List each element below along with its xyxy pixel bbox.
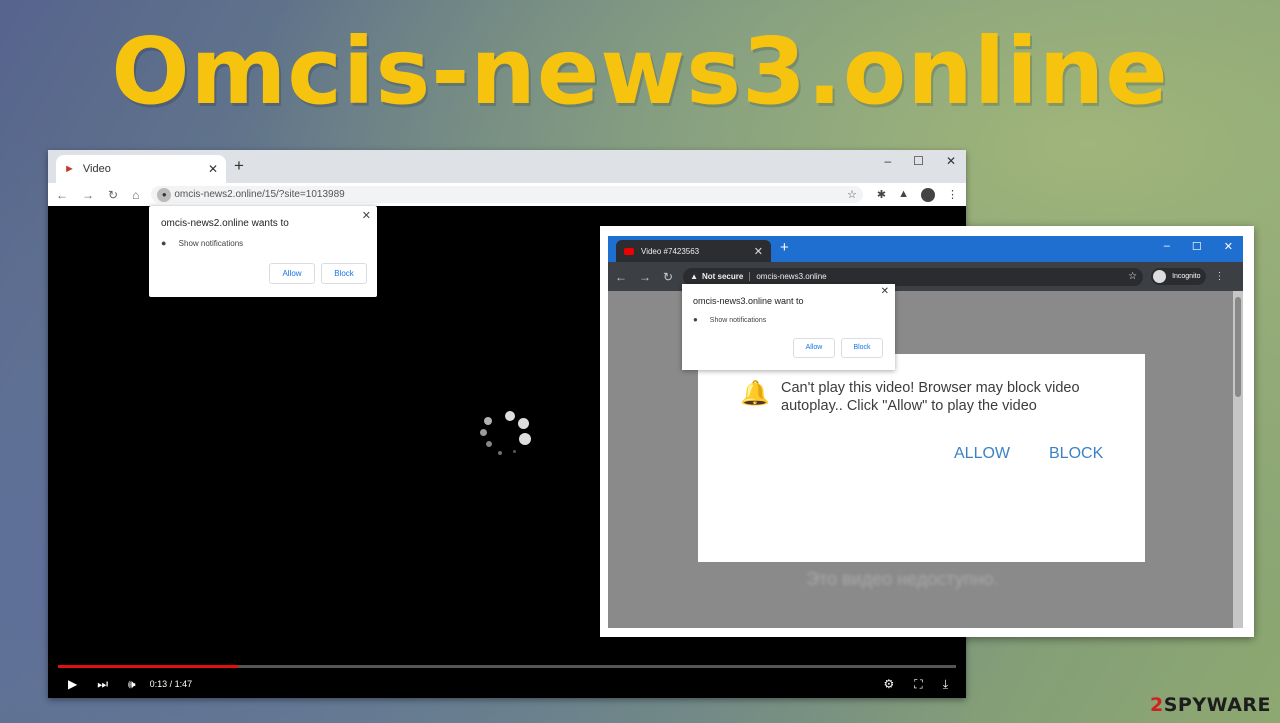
close-icon[interactable]: ✕ bbox=[362, 209, 371, 222]
menu-icon[interactable]: ⋮ bbox=[947, 188, 958, 202]
download-icon[interactable]: ⤓ bbox=[943, 677, 948, 692]
new-tab-button[interactable]: + bbox=[780, 239, 789, 256]
tab-title: Video #7423563 bbox=[641, 246, 700, 256]
block-button[interactable]: Block bbox=[321, 263, 367, 284]
video-progress-bar[interactable] bbox=[58, 665, 956, 668]
address-bar[interactable]: ▲ Not secure omcis-news3.online ☆ bbox=[683, 267, 1144, 286]
video-unavailable-text: Это видео недоступно. bbox=[806, 569, 999, 589]
block-button[interactable]: Block bbox=[841, 338, 883, 358]
maximize-icon[interactable]: ☐ bbox=[1192, 240, 1202, 253]
extensions-icon[interactable]: ✱ bbox=[877, 188, 886, 202]
bell-icon: ● bbox=[693, 315, 698, 324]
youtube-favicon-icon bbox=[624, 247, 634, 255]
time-display: 0:13 / 1:47 bbox=[149, 679, 193, 689]
headline-title: Omcis-news3.online bbox=[111, 18, 1169, 125]
allow-button[interactable]: ALLOW bbox=[954, 445, 1010, 463]
reload-icon[interactable]: ↻ bbox=[663, 270, 673, 284]
progress-fill bbox=[58, 665, 238, 668]
bookmark-star-icon[interactable]: ☆ bbox=[1128, 271, 1137, 282]
player-controls: ▶ ⏭ 🕪 0:13 / 1:47 ⚙ ⛶ ⤓ bbox=[68, 674, 948, 694]
fullscreen-icon[interactable]: ⛶ bbox=[914, 677, 922, 692]
incognito-badge[interactable]: Incognito bbox=[1151, 268, 1207, 285]
url-text: omcis-news3.online bbox=[756, 272, 827, 281]
close-window-icon[interactable]: ✕ bbox=[1224, 240, 1233, 253]
scrollbar[interactable] bbox=[1233, 291, 1243, 628]
new-tab-button[interactable]: + bbox=[234, 156, 244, 176]
minimize-icon[interactable]: – bbox=[884, 154, 891, 168]
tab-title: Video bbox=[82, 163, 111, 175]
tab-video[interactable]: ► Video ✕ bbox=[56, 155, 226, 183]
incognito-label: Incognito bbox=[1172, 273, 1201, 280]
warning-icon[interactable]: ▲ bbox=[690, 272, 698, 281]
forward-icon[interactable]: → bbox=[82, 188, 94, 202]
settings-gear-icon[interactable]: ⚙ bbox=[884, 677, 895, 692]
notification-permission-prompt: omcis-news2.online wants to ✕ ● Show not… bbox=[149, 206, 377, 297]
window-controls: – ☐ ✕ bbox=[1164, 240, 1233, 253]
tab-bar-incognito: Video #7423563 ✕ + – ☐ ✕ bbox=[608, 236, 1243, 262]
tab-video-7423563[interactable]: Video #7423563 ✕ bbox=[616, 240, 771, 262]
bell-icon: ● bbox=[161, 238, 167, 248]
close-tab-icon[interactable]: ✕ bbox=[754, 245, 763, 258]
toolbar: ← → ↻ ⌂ ● omcis-news2.online/15/?site=10… bbox=[48, 183, 966, 206]
url-text: omcis-news2.online/15/?site=1013989 bbox=[174, 189, 345, 200]
allow-button[interactable]: Allow bbox=[269, 263, 315, 284]
back-icon[interactable]: ← bbox=[615, 270, 627, 284]
megaphone-icon: ► bbox=[64, 163, 75, 175]
tab-bar: ► Video ✕ + – ☐ ✕ bbox=[48, 150, 966, 183]
prompt-title: omcis-news2.online wants to bbox=[161, 218, 289, 229]
prompt-title: omcis-news3.online want to bbox=[693, 296, 804, 306]
labs-flask-icon[interactable]: ▲ bbox=[898, 188, 909, 202]
incognito-icon bbox=[1153, 270, 1167, 283]
dialog-message: Can't play this video! Browser may block… bbox=[781, 380, 1080, 414]
maximize-icon[interactable]: ☐ bbox=[913, 154, 924, 168]
next-icon[interactable]: ⏭ bbox=[97, 677, 108, 692]
not-secure-label[interactable]: Not secure bbox=[702, 272, 751, 281]
fake-video-dialog: 🔔 Can't play this video! Browser may blo… bbox=[698, 354, 1145, 562]
minimize-icon[interactable]: – bbox=[1164, 240, 1170, 253]
watermark-logo: 2SPYWARE bbox=[1150, 694, 1272, 716]
play-icon[interactable]: ▶ bbox=[68, 677, 77, 691]
account-avatar[interactable] bbox=[921, 187, 935, 202]
address-bar[interactable]: ● omcis-news2.online/15/?site=1013989 ☆ bbox=[151, 186, 863, 203]
forward-icon[interactable]: → bbox=[639, 270, 651, 284]
bookmark-star-icon[interactable]: ☆ bbox=[847, 188, 857, 201]
close-icon[interactable]: ✕ bbox=[881, 286, 889, 297]
browser-window-2: Video #7423563 ✕ + – ☐ ✕ ← → ↻ ▲ Not sec… bbox=[600, 226, 1254, 637]
prompt-row: ● Show notifications bbox=[161, 238, 243, 248]
prompt-row-label: Show notifications bbox=[178, 239, 244, 248]
volume-icon[interactable]: 🕪 bbox=[128, 677, 136, 692]
home-icon[interactable]: ⌂ bbox=[132, 188, 139, 202]
lock-icon[interactable]: ● bbox=[157, 187, 172, 202]
block-button[interactable]: BLOCK bbox=[1049, 445, 1103, 463]
allow-button[interactable]: Allow bbox=[793, 338, 835, 358]
close-tab-icon[interactable]: ✕ bbox=[208, 162, 218, 176]
bell-icon: 🔔 bbox=[740, 380, 770, 407]
close-window-icon[interactable]: ✕ bbox=[946, 154, 956, 168]
prompt-row: ● Show notifications bbox=[693, 315, 766, 324]
window-controls: – ☐ ✕ bbox=[884, 154, 956, 168]
notification-permission-prompt: omcis-news3.online want to ✕ ● Show noti… bbox=[682, 284, 895, 370]
menu-icon[interactable]: ⋮ bbox=[1214, 271, 1224, 282]
prompt-row-label: Show notifications bbox=[709, 317, 767, 324]
back-icon[interactable]: ← bbox=[56, 188, 68, 202]
reload-icon[interactable]: ↻ bbox=[108, 188, 118, 202]
